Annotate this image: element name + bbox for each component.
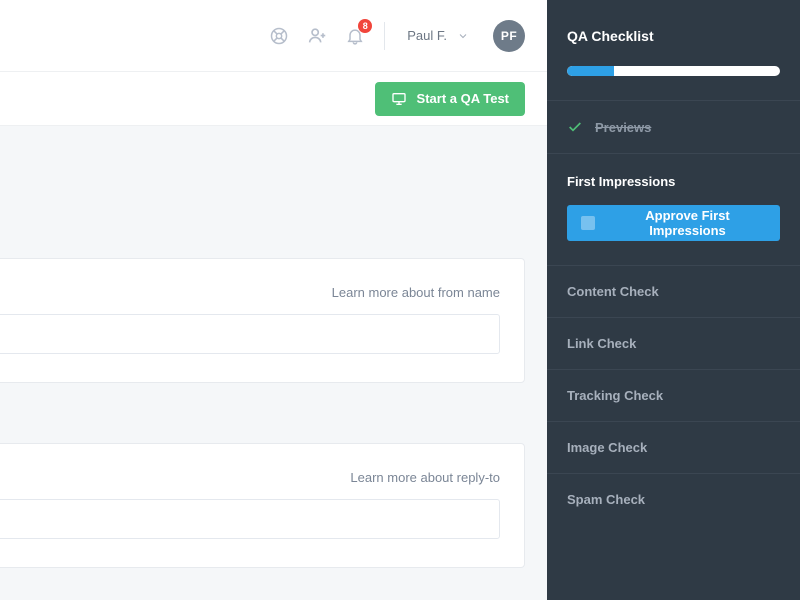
notification-badge: 8: [358, 19, 372, 33]
from-name-hint[interactable]: Learn more about from name: [0, 259, 524, 314]
user-menu[interactable]: Paul F.: [407, 28, 469, 43]
sidebar-item-label: Tracking Check: [567, 388, 663, 403]
add-user-icon[interactable]: [306, 25, 328, 47]
sidebar-item-label: Previews: [595, 120, 651, 135]
action-bar: Start a QA Test: [0, 72, 547, 126]
sidebar-item-content-check[interactable]: Content Check: [547, 265, 800, 317]
notifications-icon[interactable]: 8: [344, 25, 366, 47]
sidebar-item-link-check[interactable]: Link Check: [547, 317, 800, 369]
checkbox-icon: [581, 216, 595, 230]
sidebar-item-previews[interactable]: Previews: [547, 100, 800, 153]
sidebar-item-label: Image Check: [567, 440, 647, 455]
top-bar: 8 Paul F. PF: [0, 0, 547, 72]
sidebar-section-title: First Impressions: [567, 174, 780, 189]
sidebar-section-first-impressions: First Impressions Approve First Impressi…: [547, 153, 800, 265]
sidebar-item-label: Content Check: [567, 284, 659, 299]
reply-to-card: Learn more about reply-to: [0, 443, 525, 568]
check-icon: [567, 119, 583, 135]
sidebar-title: QA Checklist: [547, 0, 800, 66]
monitor-icon: [391, 91, 407, 107]
progress-bar: [547, 66, 800, 100]
start-qa-label: Start a QA Test: [417, 91, 509, 106]
approve-first-impressions-button[interactable]: Approve First Impressions: [567, 205, 780, 241]
content-area: Learn more about from name Learn more ab…: [0, 126, 547, 600]
sidebar-item-label: Spam Check: [567, 492, 645, 507]
sidebar-item-image-check[interactable]: Image Check: [547, 421, 800, 473]
from-name-input[interactable]: [0, 314, 500, 354]
divider: [384, 22, 385, 50]
chevron-down-icon: [457, 30, 469, 42]
user-name: Paul F.: [407, 28, 447, 43]
qa-sidebar: QA Checklist Previews First Impressions …: [547, 0, 800, 600]
sidebar-item-spam-check[interactable]: Spam Check: [547, 473, 800, 525]
from-name-card: Learn more about from name: [0, 258, 525, 383]
reply-to-input[interactable]: [0, 499, 500, 539]
avatar[interactable]: PF: [493, 20, 525, 52]
approve-label: Approve First Impressions: [609, 208, 766, 238]
reply-to-hint[interactable]: Learn more about reply-to: [0, 444, 524, 499]
help-icon[interactable]: [268, 25, 290, 47]
sidebar-item-tracking-check[interactable]: Tracking Check: [547, 369, 800, 421]
sidebar-item-label: Link Check: [567, 336, 636, 351]
start-qa-button[interactable]: Start a QA Test: [375, 82, 525, 116]
